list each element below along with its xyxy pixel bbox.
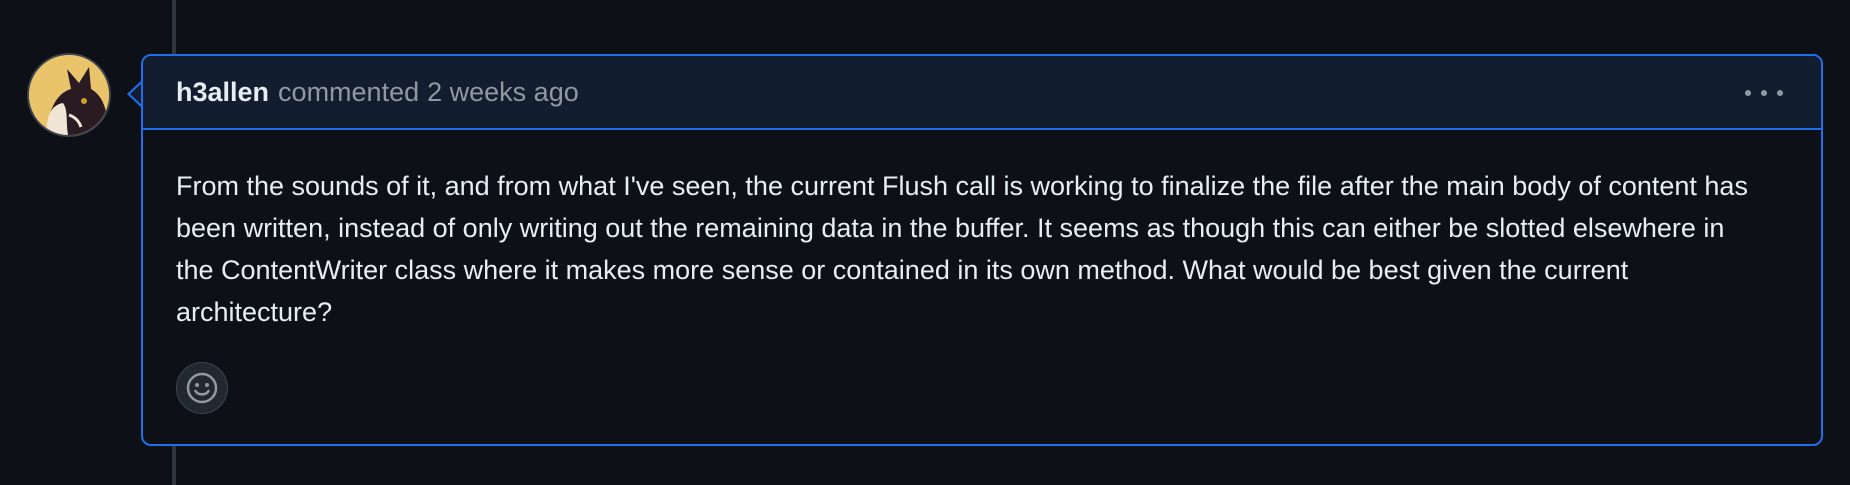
smiley-icon bbox=[186, 372, 218, 404]
menu-dot bbox=[1745, 90, 1751, 96]
menu-dot bbox=[1777, 90, 1783, 96]
avatar[interactable] bbox=[27, 53, 111, 137]
menu-dot bbox=[1761, 90, 1767, 96]
comment-body: From the sounds of it, and from what I'v… bbox=[176, 171, 1748, 327]
comment-meta: commented 2 weeks ago bbox=[278, 77, 579, 108]
comment-timestamp-link[interactable]: 2 weeks ago bbox=[427, 77, 579, 107]
author-link[interactable]: h3allen bbox=[176, 77, 269, 108]
comment-header: h3allen commented 2 weeks ago bbox=[143, 56, 1821, 130]
comment-action: commented bbox=[278, 76, 420, 107]
comment-box: h3allen commented 2 weeks ago From the so… bbox=[141, 54, 1823, 446]
add-reaction-button[interactable] bbox=[176, 362, 228, 414]
kebab-horizontal-icon[interactable] bbox=[1745, 78, 1783, 108]
cat-avatar-image bbox=[29, 55, 109, 135]
